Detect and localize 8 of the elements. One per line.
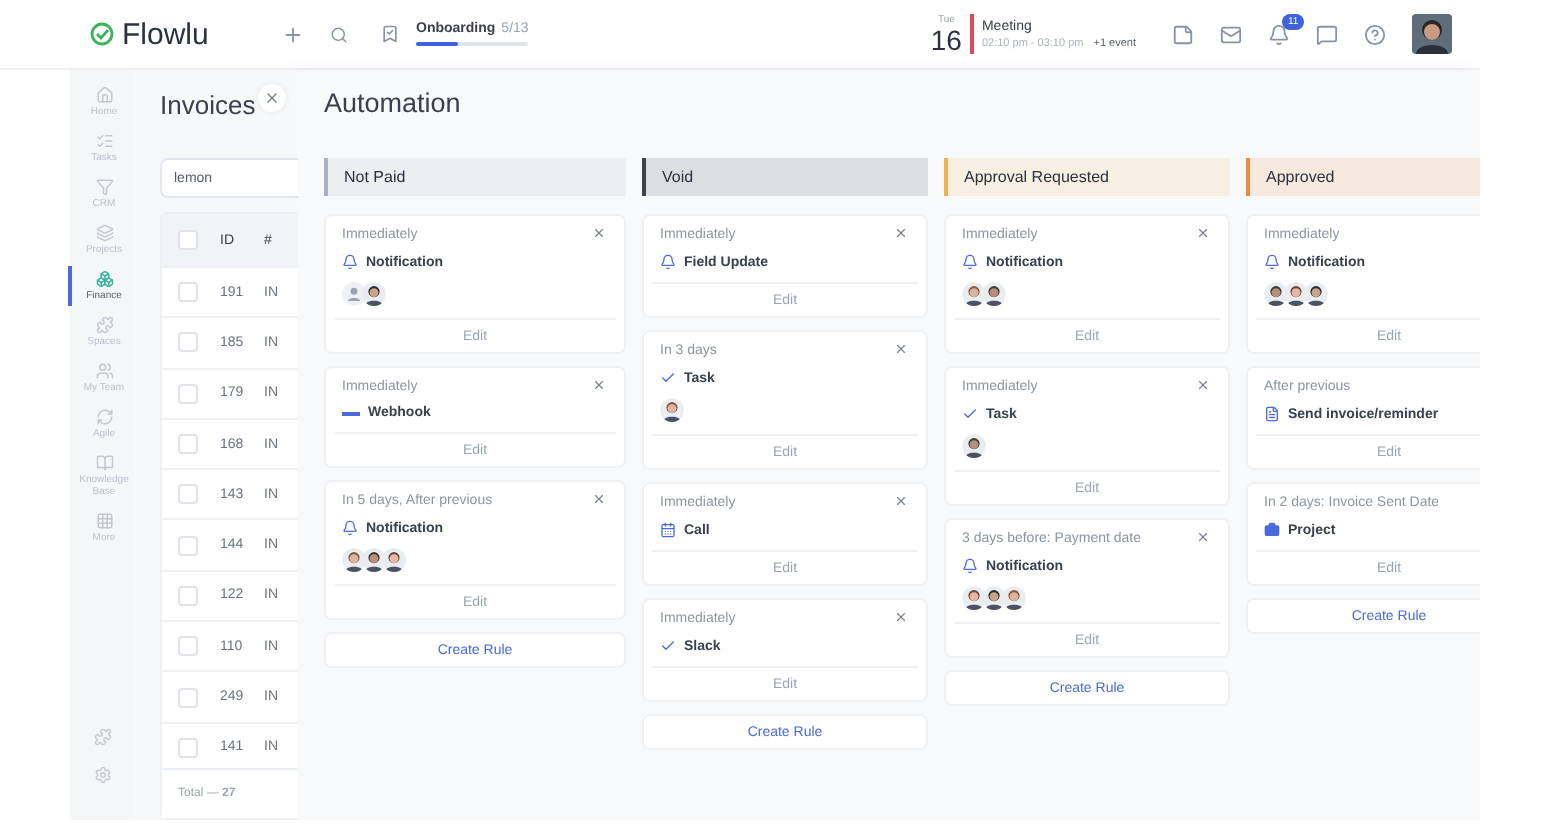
page-title: Invoices <box>160 88 256 122</box>
logo-text: Flowlu <box>122 17 209 51</box>
day-number: 16 <box>930 26 962 54</box>
column-header: Approval Requested <box>944 158 1230 196</box>
column-header: Not Paid <box>324 158 626 196</box>
panel-title: Automation <box>324 88 463 122</box>
column-header: Approved <box>1246 158 1480 196</box>
column-header: Void <box>642 158 928 196</box>
